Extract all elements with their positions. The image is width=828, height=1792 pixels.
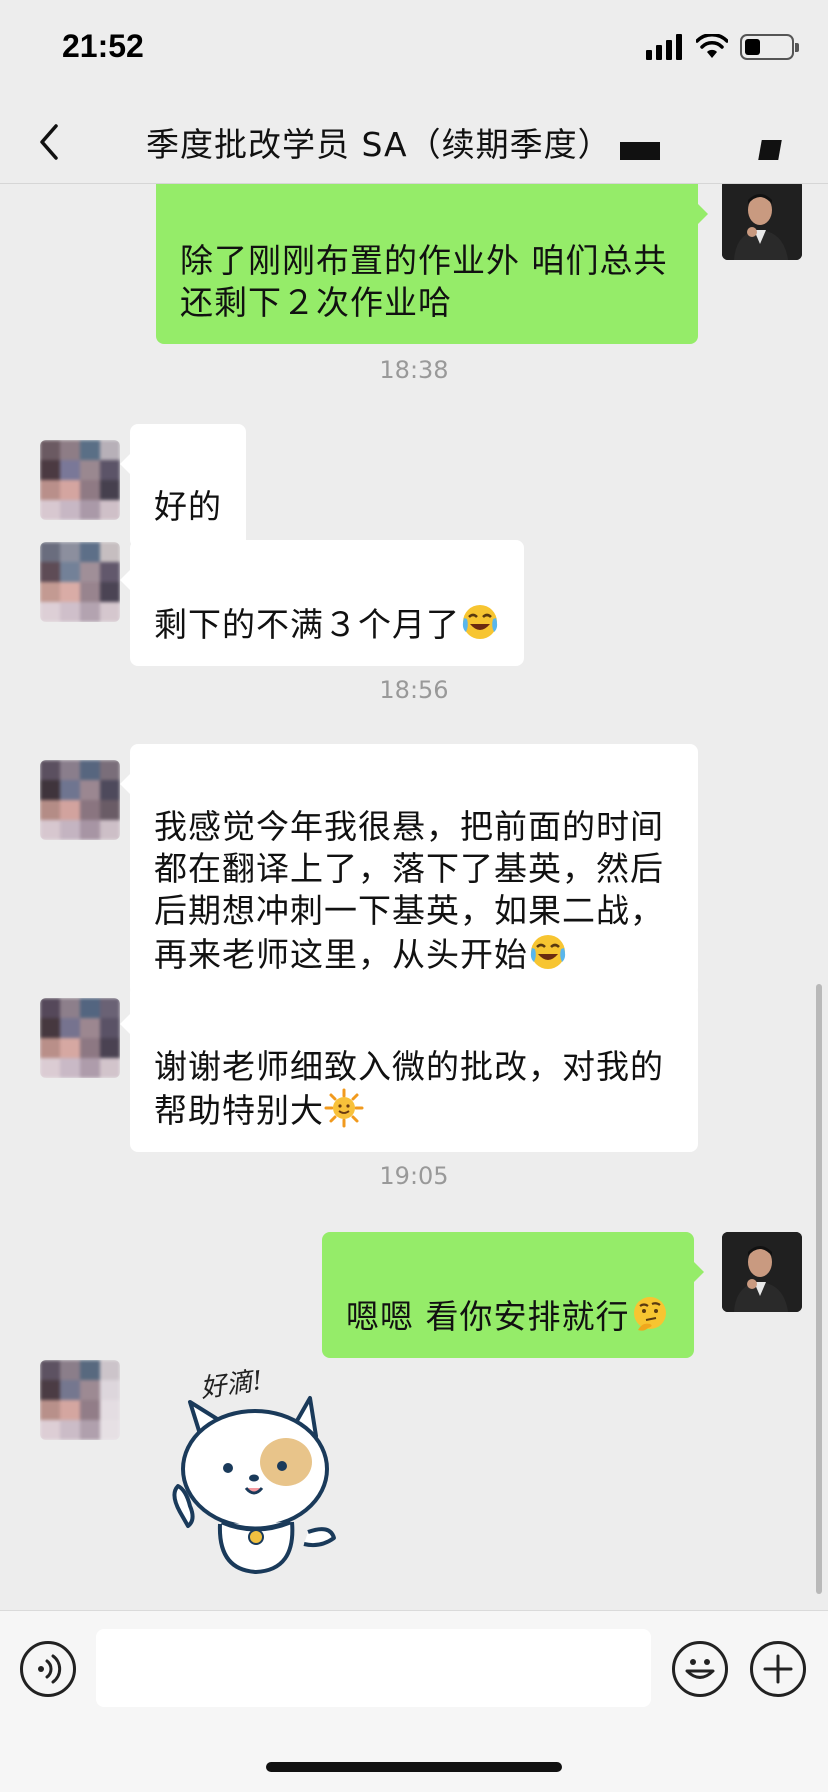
status-time: 21:52: [62, 28, 144, 64]
student-avatar[interactable]: [40, 760, 120, 840]
voice-button[interactable]: [20, 1641, 76, 1697]
status-icons: [646, 34, 799, 60]
message-bubble[interactable]: 好的: [120, 424, 246, 548]
dog-sticker[interactable]: 好滴!: [160, 1364, 350, 1584]
timestamp: 18:38: [379, 356, 449, 384]
plus-button[interactable]: [750, 1641, 806, 1697]
teacher-avatar[interactable]: [722, 1232, 802, 1312]
voice-icon: [38, 1654, 62, 1684]
message-bubble[interactable]: 除了刚刚布置的作业外 咱们总共 还剩下２次作业哈: [156, 184, 708, 344]
crying-laughing-emoji: [462, 605, 498, 639]
wifi-icon: [696, 34, 728, 58]
thinking-face-emoji: [633, 1297, 666, 1331]
timestamp: 18:56: [379, 676, 449, 704]
message-input[interactable]: [96, 1629, 651, 1707]
redaction-mark: [758, 140, 782, 160]
dog-sticker-icon: [172, 1396, 336, 1575]
chevron-left-icon: [40, 124, 58, 160]
crying-laughing-emoji: [530, 935, 566, 969]
home-indicator[interactable]: [266, 1762, 562, 1772]
message-text: 除了刚刚布置的作业外 咱们总共 还剩下２次作业哈: [180, 241, 668, 322]
nav-bar: 季度批改学员 SA（续期季度）: [0, 100, 828, 184]
sun-emoji: [324, 1088, 364, 1128]
student-avatar[interactable]: [40, 1360, 120, 1440]
message-text: 我感觉今年我很悬，把前面的时间 都在翻译上了，落下了基英，然后 后期想冲刺一下基…: [154, 807, 664, 974]
plus-icon: [763, 1654, 793, 1684]
teacher-avatar[interactable]: [722, 184, 802, 260]
message-bubble[interactable]: 剩下的不满３个月了: [120, 540, 524, 666]
message-bubble[interactable]: 谢谢老师细致入微的批改，对我的 帮助特别大: [120, 984, 698, 1152]
message-bubble[interactable]: 我感觉今年我很悬，把前面的时间 都在翻译上了，落下了基英，然后 后期想冲刺一下基…: [120, 744, 698, 996]
battery-icon: [740, 34, 799, 60]
scrollbar[interactable]: [816, 984, 822, 1594]
timestamp: 19:05: [379, 1162, 449, 1190]
redaction-mark: [620, 142, 660, 160]
message-text: 剩下的不满３个月了: [154, 605, 460, 644]
chat-title[interactable]: 季度批改学员 SA（续期季度）: [146, 118, 612, 166]
message-text: 好的: [154, 487, 222, 526]
message-text: 谢谢老师细致入微的批改，对我的 帮助特别大: [154, 1047, 664, 1130]
message-bubble[interactable]: 嗯嗯 看你安排就行: [322, 1232, 703, 1358]
battery-level: [745, 39, 760, 55]
student-avatar[interactable]: [40, 542, 120, 622]
cellular-signal-icon: [646, 34, 682, 60]
message-text: 嗯嗯 看你安排就行: [346, 1297, 630, 1336]
student-avatar[interactable]: [40, 998, 120, 1078]
status-bar: 21:52: [0, 0, 828, 100]
emoji-icon: [685, 1659, 715, 1679]
student-avatar[interactable]: [40, 440, 120, 520]
chat-area[interactable]: 除了刚刚布置的作业外 咱们总共 还剩下２次作业哈 18:38 好的 剩下的不满３…: [0, 184, 828, 1610]
back-button[interactable]: [26, 118, 74, 166]
emoji-button[interactable]: [672, 1641, 728, 1697]
